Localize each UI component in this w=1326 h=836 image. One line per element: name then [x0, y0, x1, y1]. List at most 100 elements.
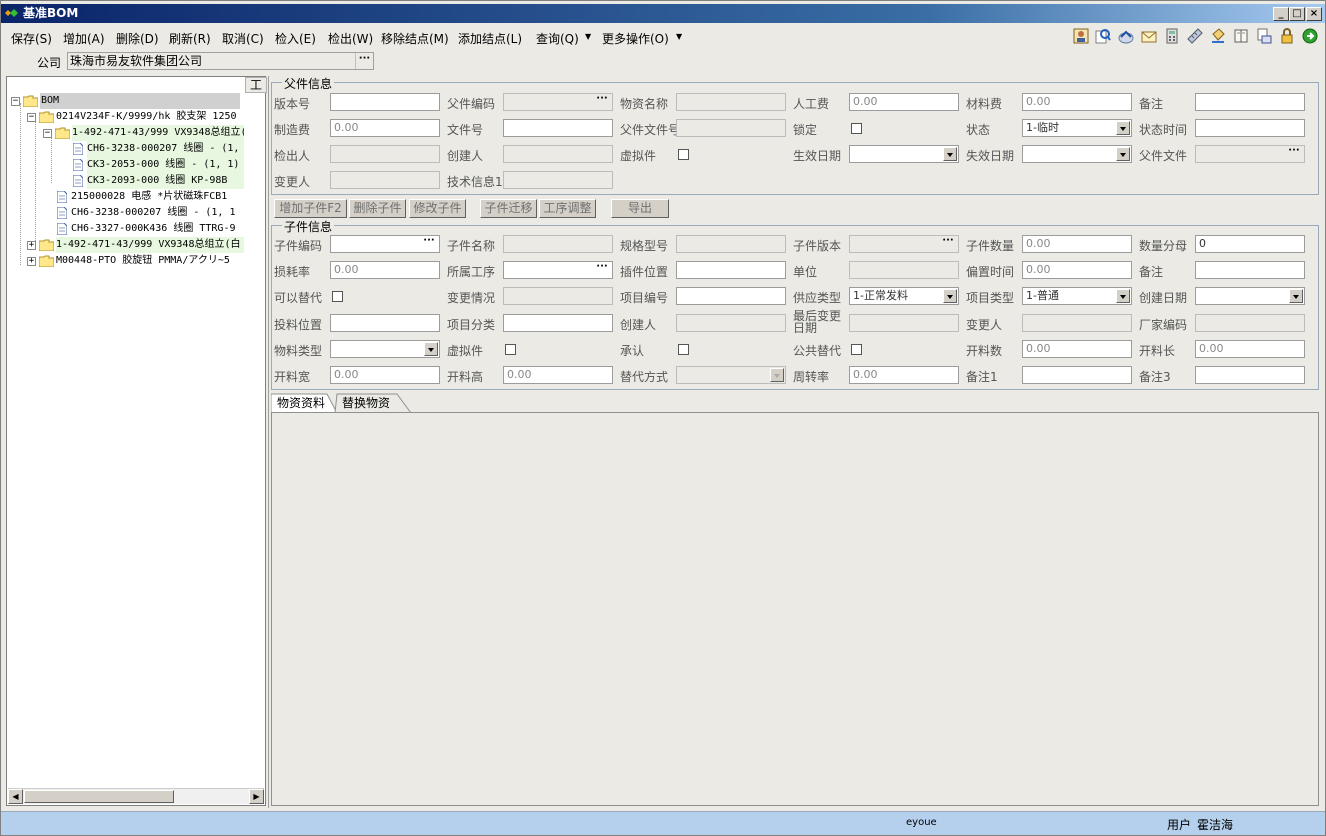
- menu-add-node[interactable]: 添加结点(L): [458, 30, 522, 47]
- menu-save[interactable]: 保存(S): [11, 30, 52, 47]
- child-field[interactable]: [676, 314, 786, 332]
- edit-child-button[interactable]: 修改子件: [409, 199, 466, 218]
- company-browse-button[interactable]: ···: [355, 53, 373, 69]
- parent-field[interactable]: 0.00: [1022, 93, 1132, 111]
- child-field[interactable]: 1-正常发料: [849, 287, 959, 305]
- parent-field[interactable]: [676, 93, 786, 111]
- parent-field[interactable]: [330, 145, 440, 163]
- add-child-button[interactable]: 增加子件F2: [274, 199, 347, 218]
- parent-checkbox[interactable]: [851, 123, 862, 134]
- menu-check-in[interactable]: 检入(E): [275, 30, 316, 47]
- child-field[interactable]: [1195, 314, 1305, 332]
- dropdown-arrow-icon[interactable]: [943, 289, 957, 303]
- tree-node[interactable]: CK3-2093-000 线圈 KP-98B: [87, 173, 244, 189]
- child-field[interactable]: [1022, 314, 1132, 332]
- scroll-thumb[interactable]: [24, 790, 174, 803]
- child-field[interactable]: [676, 235, 786, 253]
- close-button[interactable]: ×: [1306, 7, 1322, 21]
- parent-field[interactable]: 0.00: [330, 119, 440, 137]
- export-button[interactable]: 导出: [611, 199, 669, 218]
- child-field[interactable]: 1-普通: [1022, 287, 1132, 305]
- child-field[interactable]: [503, 287, 613, 305]
- more-dropdown-icon[interactable]: ▼: [676, 32, 682, 41]
- menu-refresh[interactable]: 刷新(R): [169, 30, 211, 47]
- dropdown-arrow-icon[interactable]: [943, 147, 957, 161]
- browse-ellipsis-icon[interactable]: ···: [1284, 146, 1304, 162]
- dropdown-arrow-icon[interactable]: [1116, 147, 1130, 161]
- child-field[interactable]: [503, 314, 613, 332]
- ruler-icon[interactable]: [1187, 28, 1203, 44]
- parent-field[interactable]: 0.00: [849, 93, 959, 111]
- child-field[interactable]: [330, 314, 440, 332]
- child-field[interactable]: [849, 314, 959, 332]
- parent-field[interactable]: [503, 171, 613, 189]
- parent-field[interactable]: [330, 171, 440, 189]
- menu-cancel[interactable]: 取消(C): [222, 30, 264, 47]
- menu-more-actions[interactable]: 更多操作(O): [602, 30, 669, 47]
- parent-field[interactable]: [676, 119, 786, 137]
- tree-node[interactable]: 1-492-471-43/999 VX9348总组立(白: [56, 237, 244, 253]
- child-field[interactable]: [676, 366, 786, 384]
- parent-field[interactable]: [1195, 93, 1305, 111]
- lock-icon[interactable]: [1279, 28, 1295, 44]
- tree-node[interactable]: CH6-3238-000207 线圈 - (1, 1: [71, 205, 244, 221]
- query-dropdown-icon[interactable]: ▼: [585, 32, 591, 41]
- child-field[interactable]: [1195, 261, 1305, 279]
- dropdown-arrow-icon[interactable]: [1116, 289, 1130, 303]
- tree-node[interactable]: CH6-3238-000207 线圈 - (1, 1: [87, 141, 244, 157]
- child-field[interactable]: 0.00: [849, 366, 959, 384]
- child-checkbox[interactable]: [505, 344, 516, 355]
- child-field[interactable]: [1022, 366, 1132, 384]
- parent-field[interactable]: ···: [503, 93, 613, 111]
- tree-collapse-toggle[interactable]: −: [43, 129, 52, 138]
- parent-field[interactable]: [503, 145, 613, 163]
- mail-icon[interactable]: [1141, 28, 1157, 44]
- child-field[interactable]: 0: [1195, 235, 1305, 253]
- browse-ellipsis-icon[interactable]: ···: [592, 94, 612, 110]
- child-checkbox[interactable]: [332, 291, 343, 302]
- child-field[interactable]: ···: [330, 235, 440, 253]
- child-field[interactable]: ···: [849, 235, 959, 253]
- menu-delete[interactable]: 删除(D): [116, 30, 159, 47]
- dropdown-arrow-icon[interactable]: [424, 342, 438, 356]
- child-field[interactable]: 0.00: [330, 261, 440, 279]
- tree-node[interactable]: 0214V234F-K/9999/hk 胶支架 1250: [56, 109, 244, 125]
- tree-node[interactable]: 215000028 电感 *片状磁珠FCB1: [71, 189, 244, 205]
- user-card-icon[interactable]: [1073, 28, 1089, 44]
- tree-node[interactable]: 1-492-471-43/999 VX9348总组立(白: [72, 125, 244, 141]
- minimize-button[interactable]: _: [1273, 7, 1289, 21]
- child-field[interactable]: 0.00: [330, 366, 440, 384]
- child-field[interactable]: [1195, 366, 1305, 384]
- send-icon[interactable]: [1118, 28, 1134, 44]
- dropdown-arrow-icon[interactable]: [1289, 289, 1303, 303]
- scroll-left-icon[interactable]: ◀: [8, 789, 23, 804]
- parent-field[interactable]: [849, 145, 959, 163]
- tree-expand-toggle[interactable]: +: [27, 241, 36, 250]
- child-field[interactable]: 0.00: [1195, 340, 1305, 358]
- child-field[interactable]: 0.00: [503, 366, 613, 384]
- paint-icon[interactable]: [1210, 28, 1226, 44]
- exit-icon[interactable]: [1302, 28, 1318, 44]
- menu-add[interactable]: 增加(A): [63, 30, 105, 47]
- parent-field[interactable]: [1022, 145, 1132, 163]
- browse-ellipsis-icon[interactable]: ···: [419, 236, 439, 252]
- scroll-right-icon[interactable]: ▶: [249, 789, 264, 804]
- parent-field[interactable]: [1195, 119, 1305, 137]
- browse-ellipsis-icon[interactable]: ···: [938, 236, 958, 252]
- export-icon[interactable]: [1256, 28, 1272, 44]
- delete-child-button[interactable]: 删除子件: [349, 199, 406, 218]
- child-field[interactable]: [849, 261, 959, 279]
- parent-checkbox[interactable]: [678, 149, 689, 160]
- tree-node[interactable]: CK3-2053-000 线圈 - (1, 1): [87, 157, 244, 173]
- parent-field[interactable]: ···: [1195, 145, 1305, 163]
- child-field[interactable]: ···: [503, 261, 613, 279]
- tree-node[interactable]: CH6-3327-000K436 线圈 TTRG-9: [71, 221, 244, 237]
- child-field[interactable]: [503, 235, 613, 253]
- menu-check-out[interactable]: 检出(W): [328, 30, 373, 47]
- process-adjust-button[interactable]: 工序调整: [539, 199, 596, 218]
- child-field[interactable]: 0.00: [1022, 261, 1132, 279]
- maximize-button[interactable]: □: [1289, 7, 1305, 21]
- dropdown-arrow-icon[interactable]: [1116, 121, 1130, 135]
- parent-field[interactable]: [503, 119, 613, 137]
- tree-collapse-toggle[interactable]: −: [27, 113, 36, 122]
